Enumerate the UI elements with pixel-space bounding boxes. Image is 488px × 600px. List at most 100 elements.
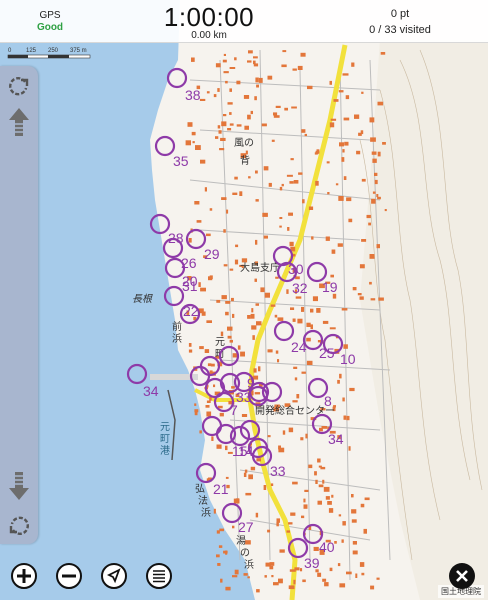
building <box>292 68 297 71</box>
building <box>229 67 236 69</box>
building <box>277 359 280 363</box>
building <box>356 150 361 155</box>
building <box>216 299 221 303</box>
points: 0 pt <box>390 8 410 20</box>
label-motomachi: 元 <box>215 337 225 348</box>
building <box>292 481 298 485</box>
building <box>307 323 311 327</box>
scale-tick-0: 0 <box>8 48 12 54</box>
building <box>255 199 259 202</box>
building <box>235 244 239 248</box>
building <box>351 519 357 523</box>
building <box>345 95 350 100</box>
building <box>255 77 259 83</box>
building <box>293 180 299 184</box>
building <box>273 112 278 116</box>
building <box>325 496 330 500</box>
refresh-icon[interactable] <box>7 514 31 538</box>
label-maehama-2: 浜 <box>172 333 182 345</box>
building <box>216 530 220 534</box>
building <box>213 508 216 514</box>
building <box>254 392 261 395</box>
building <box>305 433 308 439</box>
building <box>349 387 355 392</box>
building <box>270 304 276 307</box>
building <box>278 447 285 453</box>
building <box>256 458 261 462</box>
building <box>215 63 221 68</box>
arrow-down-icon[interactable] <box>7 470 31 502</box>
building <box>255 512 259 518</box>
building <box>346 415 350 421</box>
building <box>252 335 255 340</box>
building <box>376 194 379 198</box>
building <box>232 525 235 529</box>
building <box>334 541 337 544</box>
scale-tick-125: 125 <box>26 48 37 54</box>
building <box>317 458 321 463</box>
navigation-arrow-icon[interactable] <box>100 562 128 590</box>
arrow-up-icon[interactable] <box>7 106 31 138</box>
building <box>229 88 232 92</box>
building <box>351 494 354 498</box>
building <box>206 411 212 417</box>
status-bar: GPS Good 1:00:00 0.00 km 0 pt 0 / 33 vis… <box>0 0 488 43</box>
label-port-2: 町 <box>160 434 170 445</box>
checkpoint-label: 9 <box>247 375 255 391</box>
checkpoint-label: 22 <box>183 303 199 319</box>
plus-circle-icon[interactable] <box>10 562 38 590</box>
building <box>339 142 344 147</box>
building <box>329 327 336 330</box>
distance: 0.00 km <box>191 30 227 41</box>
building <box>270 483 274 486</box>
close-icon[interactable] <box>448 562 476 590</box>
building <box>217 125 221 129</box>
building <box>261 123 267 127</box>
building <box>348 218 353 223</box>
checkpoint-label: 34 <box>328 431 344 447</box>
building <box>330 274 334 278</box>
building <box>191 57 195 62</box>
building <box>275 105 281 108</box>
building <box>239 191 243 196</box>
building <box>234 259 239 265</box>
building <box>185 140 191 146</box>
building <box>204 187 207 192</box>
building <box>275 276 279 279</box>
visited-count: 0 / 33 visited <box>369 24 431 36</box>
building <box>371 198 376 204</box>
building <box>369 117 375 123</box>
building <box>337 243 343 247</box>
building <box>225 80 228 84</box>
refresh-icon[interactable] <box>7 74 31 98</box>
building <box>277 317 284 321</box>
building <box>194 201 200 205</box>
checkpoint-label: 19 <box>322 279 338 295</box>
building <box>303 498 306 503</box>
building <box>223 53 226 56</box>
building <box>231 297 234 302</box>
building <box>225 301 231 304</box>
map-view[interactable]: 風の 背 大島支庁 長根 前 浜 元 町 元 町 港 開発総合センター 弘 法 … <box>0 0 488 600</box>
label-kobo-2: 法 <box>198 494 208 507</box>
building <box>316 308 321 313</box>
building <box>288 522 293 525</box>
building <box>205 405 210 408</box>
building <box>226 209 229 214</box>
building <box>322 479 325 484</box>
menu-icon[interactable] <box>145 562 173 590</box>
building <box>329 80 332 85</box>
minus-circle-icon[interactable] <box>55 562 83 590</box>
building <box>312 296 318 302</box>
building <box>351 62 355 67</box>
checkpoint-label: 14 <box>238 443 254 459</box>
building <box>384 209 387 212</box>
building <box>219 148 225 151</box>
building <box>342 397 345 402</box>
building <box>342 149 345 153</box>
building <box>256 321 262 326</box>
building <box>342 73 349 76</box>
building <box>233 498 240 504</box>
building <box>329 122 335 128</box>
building <box>372 158 377 163</box>
